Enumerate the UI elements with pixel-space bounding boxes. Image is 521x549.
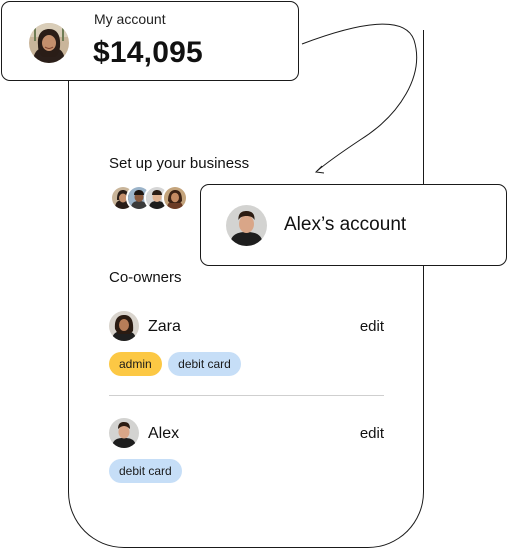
debit-card-tag: debit card	[168, 352, 241, 376]
owner-row-zara: Zara edit	[109, 311, 384, 343]
zara-tags: admin debit card	[109, 352, 243, 376]
edit-alex-link[interactable]: edit	[360, 425, 384, 442]
my-account-card[interactable]: My account $14,095	[1, 1, 299, 81]
alex-row-avatar	[109, 418, 139, 448]
admin-tag: admin	[109, 352, 162, 376]
setup-business-title: Set up your business	[109, 155, 250, 172]
avatar	[162, 185, 188, 211]
team-avatar-stack[interactable]	[110, 185, 190, 213]
alex-account-card[interactable]: Alex’s account	[200, 184, 507, 266]
alex-account-name: Alex’s account	[284, 214, 407, 235]
debit-card-tag: debit card	[109, 459, 182, 483]
divider	[109, 395, 384, 396]
account-avatar	[29, 23, 69, 63]
zara-avatar	[109, 311, 139, 341]
account-label: My account	[94, 11, 166, 27]
alex-tags: debit card	[109, 459, 184, 483]
coowners-title: Co-owners	[109, 269, 182, 286]
edit-zara-link[interactable]: edit	[360, 318, 384, 335]
account-balance: $14,095	[93, 36, 203, 69]
app-canvas: My account $14,095 Set up your business	[0, 0, 521, 549]
alex-avatar	[226, 205, 267, 246]
owner-name: Zara	[148, 318, 181, 335]
owner-row-alex: Alex edit	[109, 418, 384, 450]
owner-name: Alex	[148, 425, 180, 442]
